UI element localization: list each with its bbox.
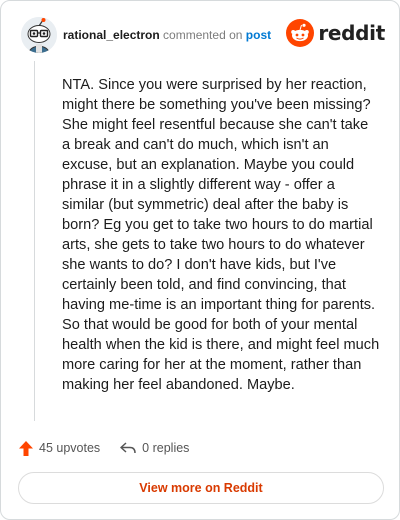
comment-header: rational_electron commented on post redd… [15, 15, 385, 55]
reddit-logo-icon [286, 19, 315, 47]
view-more-button[interactable]: View more on Reddit [18, 472, 384, 504]
reply-arrow-icon [120, 442, 136, 454]
username-link[interactable]: rational_electron [63, 28, 160, 42]
comment-actions: 45 upvotes 0 replies [19, 438, 209, 458]
reply-button[interactable]: 0 replies [120, 441, 189, 455]
reply-count: 0 replies [142, 441, 190, 455]
snoo-avatar-icon[interactable] [21, 17, 57, 53]
upvote-count: 45 upvotes [39, 441, 101, 455]
comment-body: NTA. Since you were surprised by her rea… [62, 77, 380, 393]
thread-line [34, 61, 35, 421]
post-link[interactable]: post [246, 28, 271, 42]
comment-meta: rational_electron commented on post [63, 27, 271, 43]
reddit-brand[interactable]: reddit [286, 19, 385, 47]
upvote-arrow-icon [19, 440, 33, 456]
upvote-button[interactable]: 45 upvotes [19, 440, 101, 456]
commented-on-text: commented on [163, 28, 243, 42]
comment-card: rational_electron commented on post redd… [0, 0, 400, 520]
reddit-wordmark: reddit [318, 21, 385, 45]
